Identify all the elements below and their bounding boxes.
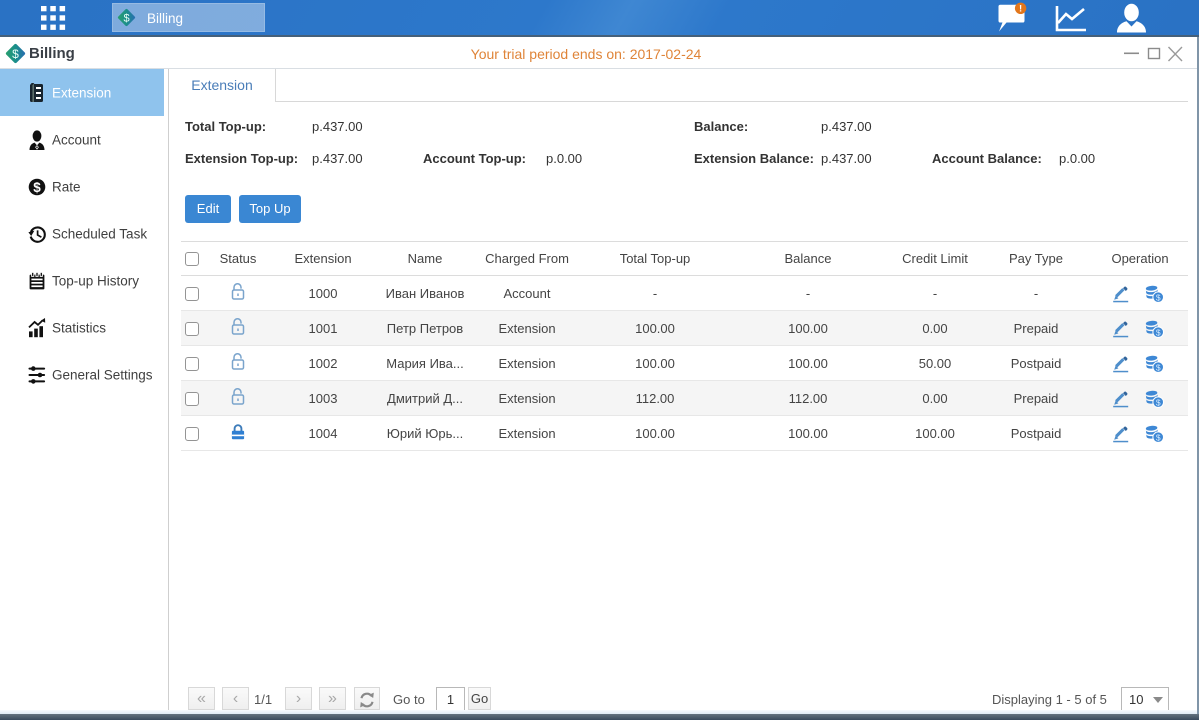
svg-text:$: $ bbox=[1155, 362, 1160, 372]
svg-text:$: $ bbox=[123, 13, 129, 25]
svg-text:$: $ bbox=[1155, 432, 1160, 442]
svg-text:$: $ bbox=[1155, 397, 1160, 407]
svg-text:$: $ bbox=[1155, 292, 1160, 302]
svg-text:$: $ bbox=[33, 180, 41, 195]
svg-text:!: ! bbox=[1019, 4, 1022, 15]
svg-text:$: $ bbox=[1155, 327, 1160, 337]
